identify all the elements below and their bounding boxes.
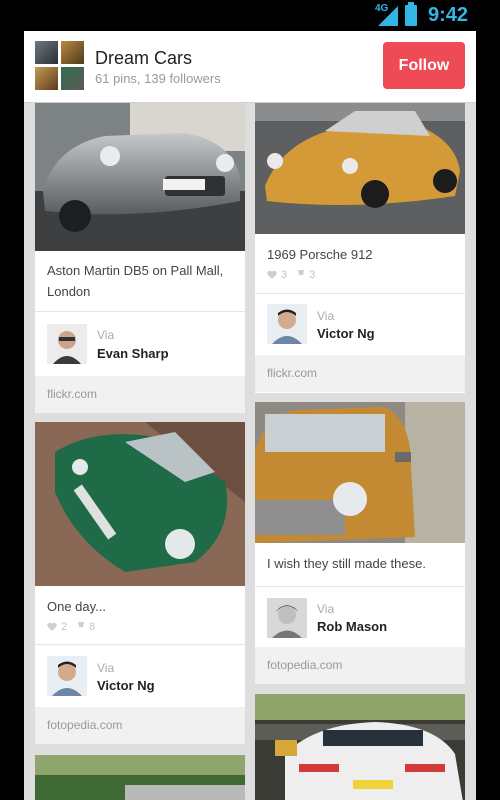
pinner-avatar[interactable] [267, 304, 307, 344]
repin-count: 8 [77, 621, 95, 633]
via-label: Via [97, 661, 115, 675]
pin-image[interactable] [35, 91, 245, 251]
repin-count-value: 3 [309, 269, 316, 281]
pin-description: 1969 Porsche 912 [267, 247, 373, 262]
pinner-name[interactable]: Evan Sharp [97, 346, 169, 361]
like-count: 2 [47, 621, 67, 633]
like-count-value: 3 [281, 269, 288, 281]
board-stats: 61 pins, 139 followers [95, 71, 221, 86]
pin-description: I wish they still made these. [267, 556, 426, 571]
pin-image[interactable] [255, 91, 465, 234]
board-view: Dream Cars 61 pins, 139 followers Follow… [24, 31, 476, 800]
repin-count-value: 8 [89, 621, 96, 633]
signal-icon [378, 6, 398, 26]
board-thumbnail [61, 67, 84, 90]
pin-icon [298, 270, 305, 280]
pinner-name[interactable]: Rob Mason [317, 619, 387, 634]
pin-card[interactable]: 1969 Porsche 912 3 3 Via Victor Ng flick… [255, 91, 465, 393]
board-title: Dream Cars [95, 48, 193, 68]
divider [35, 311, 245, 312]
status-bar: 4G 9:42 [0, 0, 500, 31]
pin-source[interactable]: flickr.com [255, 355, 465, 392]
repin-count: 3 [297, 269, 315, 281]
pin-stats: 3 3 [267, 269, 315, 281]
pin-image[interactable] [35, 755, 245, 800]
pin-card[interactable] [35, 755, 245, 800]
pin-card[interactable] [255, 694, 465, 800]
pinner-name[interactable]: Victor Ng [317, 326, 375, 341]
follow-button[interactable]: Follow [383, 42, 465, 89]
pin-stats: 2 8 [47, 621, 95, 633]
like-count-value: 2 [61, 621, 68, 633]
like-count: 3 [267, 269, 287, 281]
board-header: Dream Cars 61 pins, 139 followers Follow [24, 31, 476, 103]
pin-source[interactable]: flickr.com [35, 376, 245, 413]
divider [255, 586, 465, 587]
battery-icon [405, 2, 417, 26]
pin-icon [78, 622, 85, 632]
pin-description: One day... [47, 599, 107, 614]
board-thumbnail [35, 41, 58, 64]
pin-card[interactable]: Aston Martin DB5 on Pall Mall, London Vi… [35, 91, 245, 413]
pin-source[interactable]: fotopedia.com [35, 707, 245, 744]
clock: 9:42 [428, 4, 469, 26]
pin-source[interactable]: fotopedia.com [255, 647, 465, 684]
source-domain: flickr.com [47, 387, 98, 401]
pin-image[interactable] [35, 422, 245, 586]
divider [35, 644, 245, 645]
pin-description: Aston Martin DB5 on Pall Mall, London [47, 263, 224, 299]
board-thumbnail [61, 41, 84, 64]
pinner-avatar[interactable] [47, 324, 87, 364]
board-cover-thumbnails[interactable] [35, 41, 85, 91]
via-label: Via [317, 309, 335, 323]
source-domain: fotopedia.com [267, 658, 343, 672]
heart-icon [267, 270, 277, 279]
divider [255, 293, 465, 294]
source-domain: fotopedia.com [47, 718, 123, 732]
pinner-avatar[interactable] [47, 656, 87, 696]
via-label: Via [97, 328, 115, 342]
source-domain: flickr.com [267, 366, 318, 380]
pin-image[interactable] [255, 694, 465, 800]
pin-card[interactable]: I wish they still made these. Via Rob Ma… [255, 402, 465, 684]
pin-card[interactable]: One day... 2 8 Via Victor Ng fotopedia.c… [35, 422, 245, 744]
pinner-avatar[interactable] [267, 598, 307, 638]
via-label: Via [317, 602, 335, 616]
heart-icon [47, 622, 57, 631]
pinner-name[interactable]: Victor Ng [97, 678, 155, 693]
board-thumbnail [35, 67, 58, 90]
pin-image[interactable] [255, 402, 465, 543]
